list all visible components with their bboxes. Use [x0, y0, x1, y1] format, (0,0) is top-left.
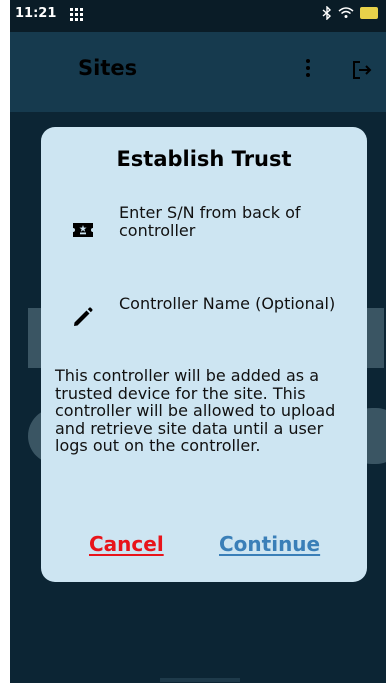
dialog-actions: Cancel Continue	[41, 532, 367, 568]
wifi-icon	[338, 7, 354, 18]
battery-icon	[360, 7, 378, 19]
app-grid-icon	[70, 8, 83, 21]
app-bar: Sites	[10, 32, 386, 112]
status-time: 11:21	[15, 6, 57, 21]
status-bar: 11:21	[10, 0, 386, 32]
ticket-icon	[73, 223, 93, 237]
pencil-icon	[74, 307, 93, 326]
continue-button[interactable]: Continue	[219, 532, 320, 556]
more-vert-icon[interactable]	[298, 56, 318, 80]
cancel-button[interactable]: Cancel	[89, 532, 164, 556]
nav-handle	[160, 678, 240, 682]
page-title: Sites	[78, 56, 138, 80]
logout-icon[interactable]	[350, 58, 374, 82]
serial-number-label: Enter S/N from back of controller	[119, 203, 301, 240]
status-icons	[322, 6, 378, 20]
trust-description: This controller will be added as a trust…	[55, 366, 336, 455]
dialog-title: Establish Trust	[116, 147, 292, 171]
bluetooth-icon	[322, 6, 332, 20]
controller-name-label: Controller Name (Optional)	[119, 294, 336, 313]
establish-trust-dialog: Establish Trust Enter S/N from back of c…	[41, 127, 367, 582]
